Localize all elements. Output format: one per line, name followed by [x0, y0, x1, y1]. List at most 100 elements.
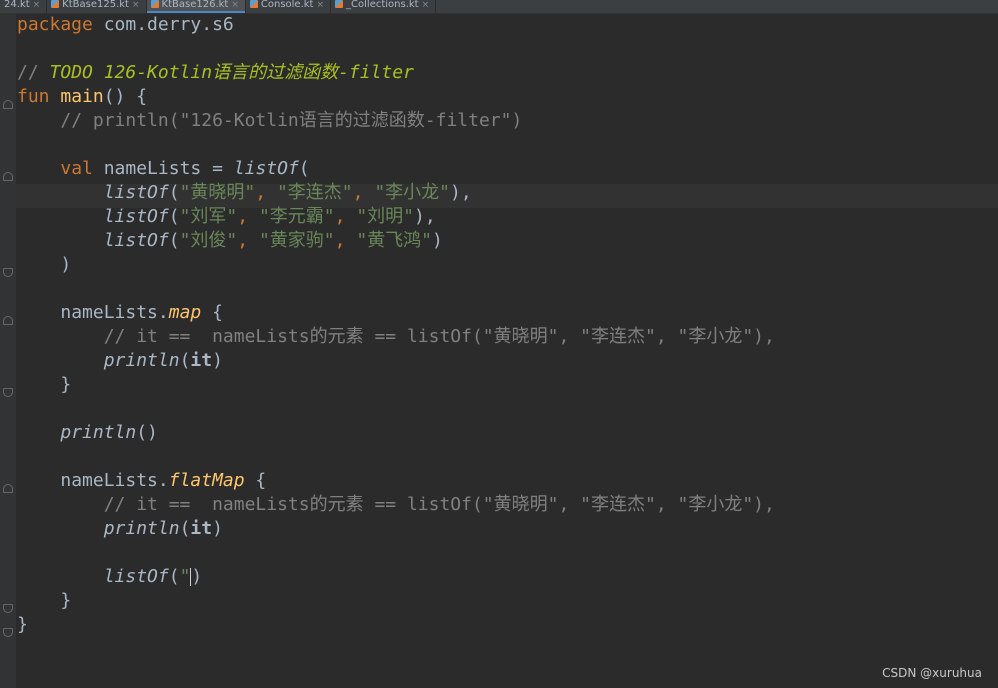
tab-label: _Collections.kt [346, 0, 419, 10]
code-text: } [60, 374, 72, 395]
string-literal: "刘军" [179, 206, 238, 227]
close-icon[interactable]: × [33, 0, 41, 10]
code-line-26: } [17, 613, 28, 637]
function-call: listOf [103, 230, 169, 251]
fold-close-icon[interactable] [3, 268, 13, 277]
string-literal: "黄晓明" [179, 182, 256, 203]
kotlin-file-icon [249, 0, 258, 8]
code-text: () { [103, 86, 148, 107]
code-text: } [17, 614, 28, 635]
code-line-25: } [17, 589, 71, 613]
comma: , [334, 206, 357, 227]
code-line-1: package com.derry.s6 [17, 13, 234, 37]
code-text: ), [450, 182, 472, 203]
function-call: listOf [103, 182, 169, 203]
tab-console[interactable]: Console.kt × [246, 0, 332, 13]
comment: // it == nameLists的元素 == listOf("黄晓明", "… [103, 494, 775, 515]
extension-function: flatMap [168, 470, 245, 491]
close-icon[interactable]: × [422, 0, 430, 10]
code-line-10: listOf("刘俊", "黄家驹", "黄飞鸿") [17, 229, 443, 253]
keyword: package [17, 14, 93, 35]
function-call: listOf [103, 566, 169, 587]
string-literal: " [179, 566, 191, 587]
receiver: nameLists. [60, 470, 169, 491]
code-text: () [136, 422, 158, 443]
function-call: listOf [233, 158, 299, 179]
fold-close-icon[interactable] [3, 628, 13, 637]
close-icon[interactable]: × [132, 0, 140, 10]
comma: , [237, 206, 259, 227]
comma: , [237, 230, 259, 251]
fold-open-icon[interactable] [3, 172, 13, 181]
code-line-16: } [17, 373, 71, 397]
fold-open-icon[interactable] [3, 484, 13, 493]
string-literal: "刘明" [356, 206, 415, 227]
code-text: ) [212, 518, 223, 539]
code-text: ( [168, 566, 180, 587]
code-text: ), [414, 206, 436, 227]
code-line-8: listOf("黄晓明", "李连杰", "李小龙"), [17, 181, 472, 205]
code-text: ) [60, 254, 72, 275]
code-text: ) [212, 350, 223, 371]
code-line-7: val nameLists = listOf( [17, 157, 310, 181]
tab-label: 24.kt [4, 0, 30, 10]
function-call: println [103, 350, 180, 371]
code-line-11: ) [17, 253, 71, 277]
fold-close-icon[interactable] [3, 388, 13, 397]
code-line-14: // it == nameLists的元素 == listOf("黄晓明", "… [17, 325, 775, 349]
comma: , [255, 182, 277, 203]
code-line-24: listOf(") [17, 565, 203, 589]
code-text: ( [168, 206, 180, 227]
tab-ktbase125[interactable]: KtBase125.kt × [47, 0, 147, 13]
tab-ktbase126[interactable]: KtBase126.kt × [146, 0, 246, 13]
string-literal: "李元霸" [258, 206, 335, 227]
code-line-20: nameLists.flatMap { [17, 469, 266, 493]
code-editor[interactable]: package com.derry.s6 // TODO 126-Kotlin语… [0, 13, 998, 688]
fold-close-icon[interactable] [3, 604, 13, 613]
code-text: { [244, 470, 267, 491]
it-keyword: it [190, 350, 213, 371]
code-line-5: // println("126-Kotlin语言的过滤函数-filter") [17, 109, 522, 133]
it-keyword: it [190, 518, 213, 539]
code-text: ) [191, 566, 203, 587]
code-line-4: fun main() { [17, 85, 147, 109]
code-text: ( [298, 158, 310, 179]
fold-open-icon[interactable] [3, 100, 13, 109]
tab-24-kt[interactable]: 24.kt × [0, 0, 48, 13]
tab-label: KtBase125.kt [62, 0, 129, 10]
close-icon[interactable]: × [316, 0, 324, 10]
extension-function: map [168, 302, 202, 323]
code-line-3: // TODO 126-Kotlin语言的过滤函数-filter [17, 61, 414, 85]
tab-collections[interactable]: _Collections.kt × [331, 0, 437, 13]
kotlin-file-icon [150, 0, 159, 8]
code-text: ( [179, 518, 191, 539]
fold-open-icon[interactable] [3, 316, 13, 325]
comment: // println("126-Kotlin语言的过滤函数-filter") [60, 110, 523, 131]
code-line-22: println(it) [17, 517, 223, 541]
watermark: CSDN @xuruhua [882, 666, 982, 680]
close-icon[interactable]: × [231, 0, 239, 10]
code-line-13: nameLists.map { [17, 301, 223, 325]
string-literal: "刘俊" [179, 230, 238, 251]
receiver: nameLists. [60, 302, 169, 323]
editor-tab-bar: 24.kt × KtBase125.kt × KtBase126.kt × Co… [0, 0, 998, 14]
code-line-15: println(it) [17, 349, 223, 373]
code-text: { [201, 302, 223, 323]
keyword: val [60, 158, 93, 179]
string-literal: "李连杰" [276, 182, 353, 203]
todo-comment: TODO 126-Kotlin语言的过滤函数-filter [49, 62, 414, 83]
comment-slash: // [17, 62, 50, 83]
tab-label: KtBase126.kt [161, 0, 229, 10]
